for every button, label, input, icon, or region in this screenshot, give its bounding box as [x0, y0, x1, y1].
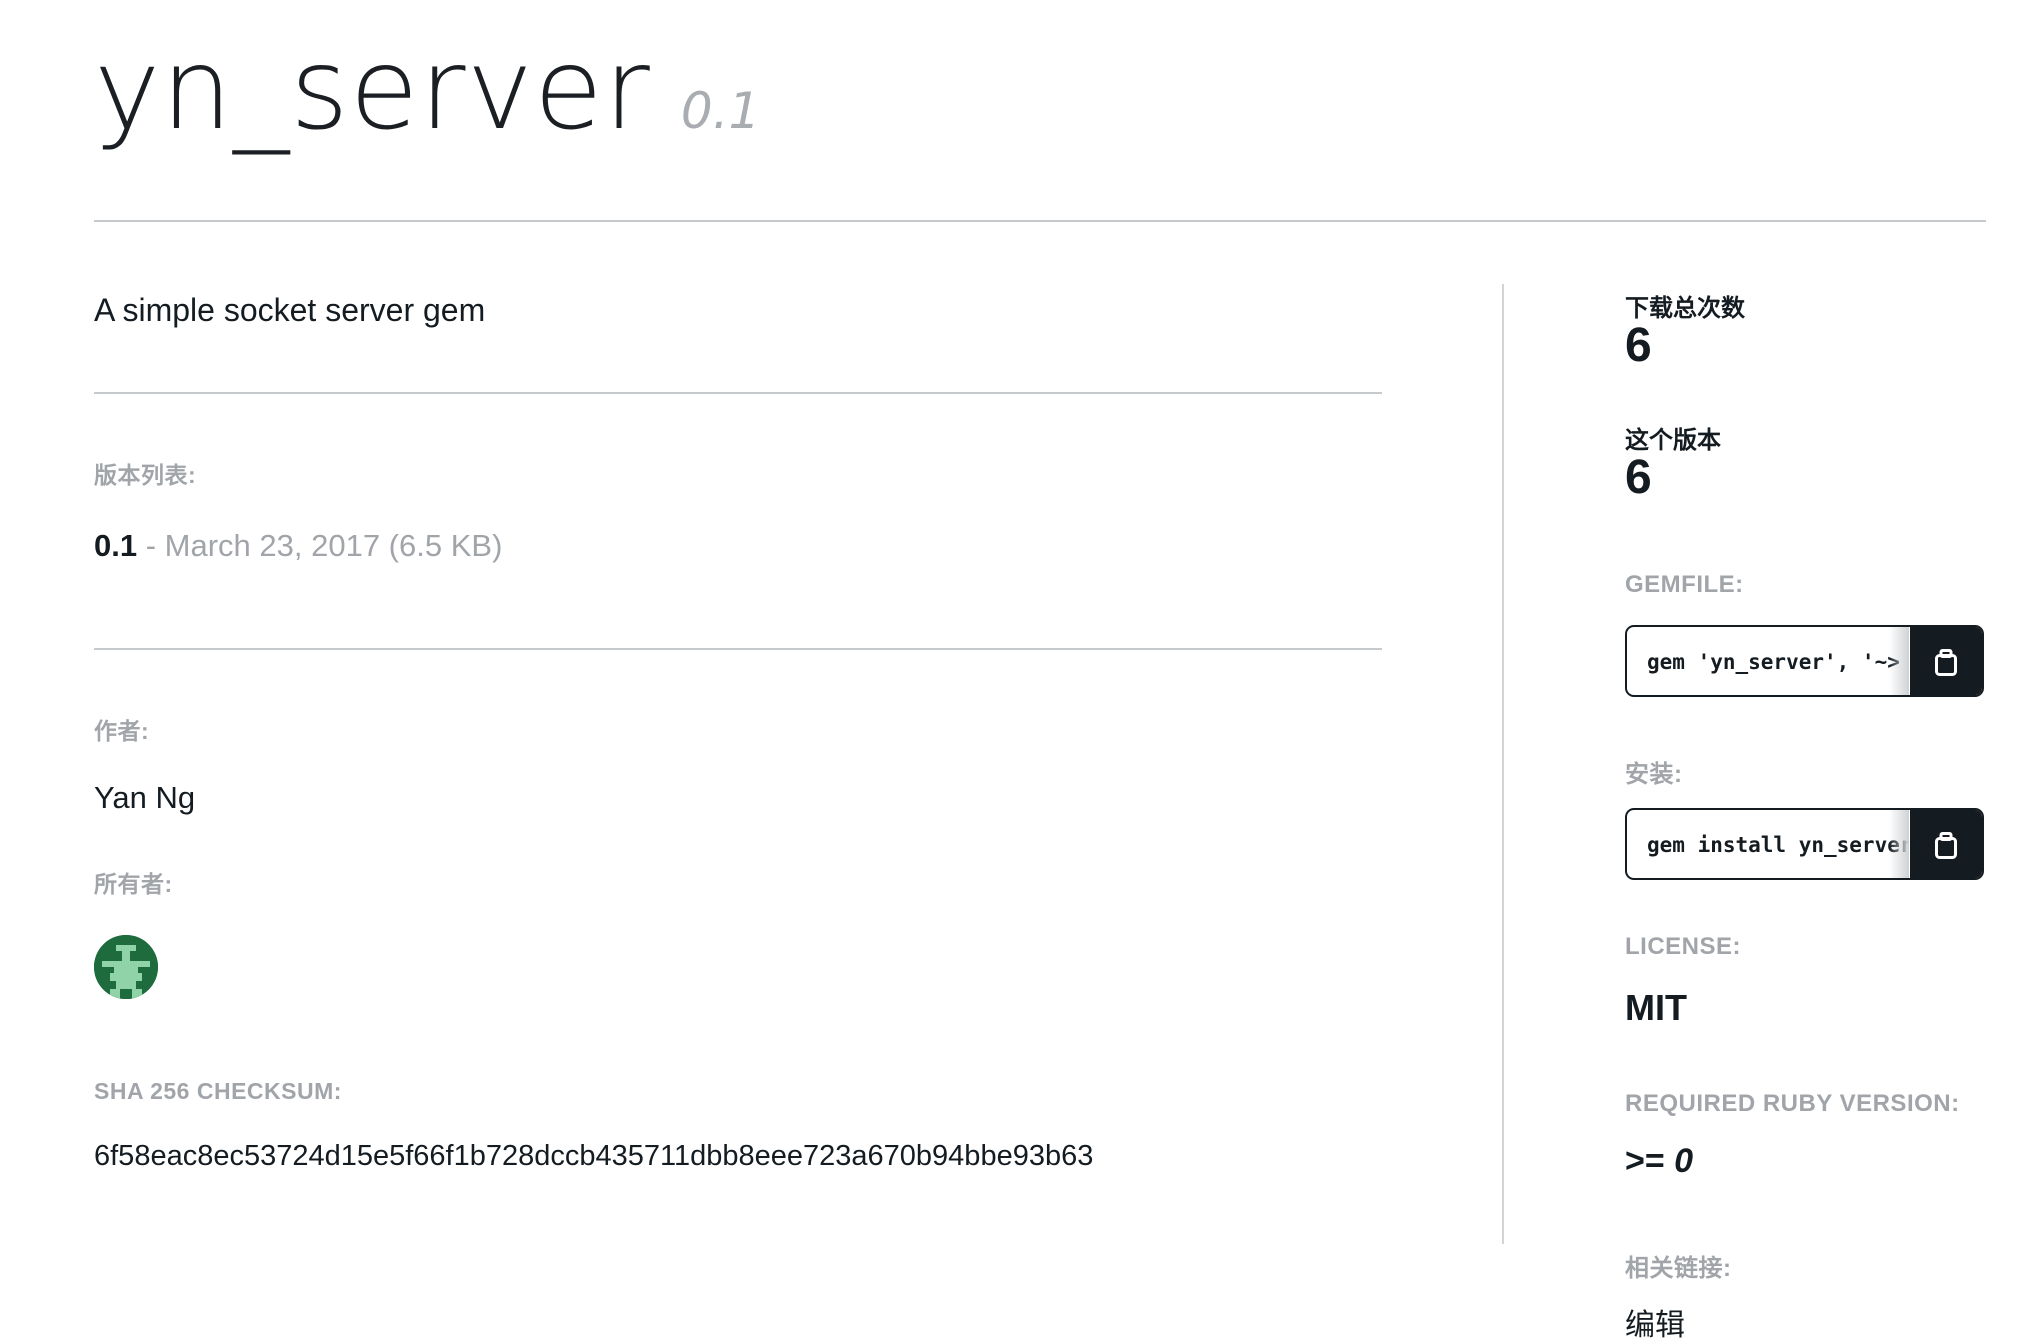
install-code[interactable]: gem install yn_server [1647, 810, 1909, 878]
copy-gemfile-button[interactable] [1910, 627, 1982, 695]
fade-overlay [1889, 627, 1909, 695]
this-version-count: 6 [1625, 451, 1652, 504]
identicon-avatar [94, 935, 158, 999]
clipboard-icon [1935, 832, 1957, 859]
edit-link[interactable]: 编辑 [1625, 1300, 1685, 1344]
license-label: LICENSE: [1625, 933, 1742, 960]
divider [94, 648, 1382, 650]
install-label: 安装: [1625, 761, 1683, 788]
version-link[interactable]: 0.1 [94, 528, 137, 563]
links-label: 相关链接: [1625, 1255, 1732, 1282]
gem-name: yn_server [94, 25, 651, 155]
clipboard-icon [1935, 649, 1957, 676]
ruby-version-value: >= 0 [1625, 1142, 1693, 1181]
author-names: Yan Ng [94, 780, 196, 815]
gem-header: yn_server 0.1 [94, 20, 760, 160]
divider [94, 392, 1382, 394]
owner-avatar[interactable] [94, 935, 158, 999]
gemfile-label: GEMFILE: [1625, 571, 1744, 598]
ruby-version-operator: >= [1625, 1142, 1675, 1180]
gemfile-code[interactable]: gem 'yn_server', '~> 0.1' [1647, 627, 1909, 695]
install-copy-field[interactable]: gem install yn_server [1625, 808, 1984, 880]
version-detail: - March 23, 2017 (6.5 KB) [137, 528, 503, 563]
gemfile-copy-field[interactable]: gem 'yn_server', '~> 0.1' [1625, 625, 1984, 697]
ruby-version-label: REQUIRED RUBY VERSION: [1625, 1090, 1960, 1117]
fade-overlay [1889, 810, 1909, 878]
gem-description: A simple socket server gem [94, 292, 486, 328]
ruby-version-number: 0 [1674, 1142, 1694, 1180]
column-divider [1502, 284, 1504, 1244]
total-downloads-count: 6 [1625, 319, 1652, 372]
authors-label: 作者: [94, 718, 150, 744]
version-list-item: 0.1 - March 23, 2017 (6.5 KB) [94, 528, 502, 564]
copy-install-button[interactable] [1910, 810, 1982, 878]
checksum-value: 6f58eac8ec53724d15e5f66f1b728dccb435711d… [94, 1140, 1094, 1172]
versions-label: 版本列表: [94, 462, 197, 488]
license-value: MIT [1625, 987, 1687, 1028]
owners-label: 所有者: [94, 871, 173, 897]
checksum-label: SHA 256 CHECKSUM: [94, 1078, 342, 1104]
header-divider [94, 220, 1986, 222]
gem-version: 0.1 [680, 82, 761, 140]
